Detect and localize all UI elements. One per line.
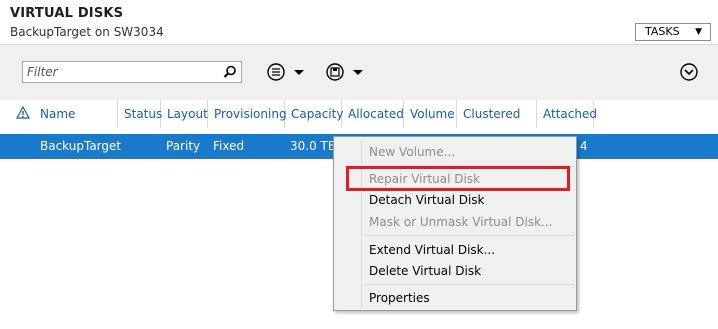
menu-separator <box>364 235 574 236</box>
column-header-allocated[interactable]: Allocated <box>342 100 404 128</box>
column-header-layout[interactable]: Layout <box>161 100 208 128</box>
context-menu: New Volume... Repair Virtual Disk Detach… <box>333 136 577 311</box>
cell-attached: 4 <box>580 139 588 153</box>
cell-capacity: 30.0 TB <box>290 139 337 153</box>
toolbar: Filter <box>0 44 718 101</box>
cell-name: BackupTarget <box>40 139 122 153</box>
column-header-clustered[interactable]: Clustered <box>457 100 537 128</box>
cell-layout: Parity <box>166 139 201 153</box>
filter-input[interactable]: Filter <box>22 61 242 83</box>
column-header-status[interactable]: Status <box>118 100 162 128</box>
menu-item-mask-unmask-virtual-disk: Mask or Unmask Virtual Disk... <box>369 215 553 229</box>
search-icon[interactable] <box>223 65 237 79</box>
menu-separator <box>364 284 574 285</box>
cell-provisioning: Fixed <box>213 139 245 153</box>
panel-title: VIRTUAL DISKS <box>10 6 124 21</box>
annotation-highlight-box <box>346 166 570 191</box>
save-query-icon[interactable] <box>325 62 367 82</box>
column-header-provisioning[interactable]: Provisioning <box>208 100 287 128</box>
panel-subtitle: BackupTarget on SW3034 <box>10 25 164 39</box>
column-header-name[interactable]: Name <box>34 100 118 128</box>
list-view-icon[interactable] <box>266 62 308 82</box>
tasks-button[interactable]: TASKS ▼ <box>635 23 711 41</box>
dropdown-arrow-icon: ▼ <box>695 27 702 37</box>
column-header-capacity[interactable]: Capacity <box>285 100 343 128</box>
sort-warning-icon[interactable] <box>16 106 30 122</box>
panel-header: VIRTUAL DISKS BackupTarget on SW3034 TAS… <box>0 0 718 44</box>
menu-item-extend-virtual-disk[interactable]: Extend Virtual Disk... <box>369 243 495 257</box>
menu-item-new-volume: New Volume... <box>369 145 456 159</box>
filter-placeholder: Filter <box>27 65 58 79</box>
expand-collapse-icon[interactable] <box>679 62 699 82</box>
column-header-attached[interactable]: Attached <box>537 100 597 128</box>
menu-item-properties[interactable]: Properties <box>369 291 430 305</box>
tasks-label: TASKS <box>645 25 680 38</box>
menu-gutter <box>361 139 362 308</box>
column-header-volume[interactable]: Volume <box>404 100 457 128</box>
menu-item-delete-virtual-disk[interactable]: Delete Virtual Disk <box>369 264 481 278</box>
menu-item-detach-virtual-disk[interactable]: Detach Virtual Disk <box>369 193 485 207</box>
